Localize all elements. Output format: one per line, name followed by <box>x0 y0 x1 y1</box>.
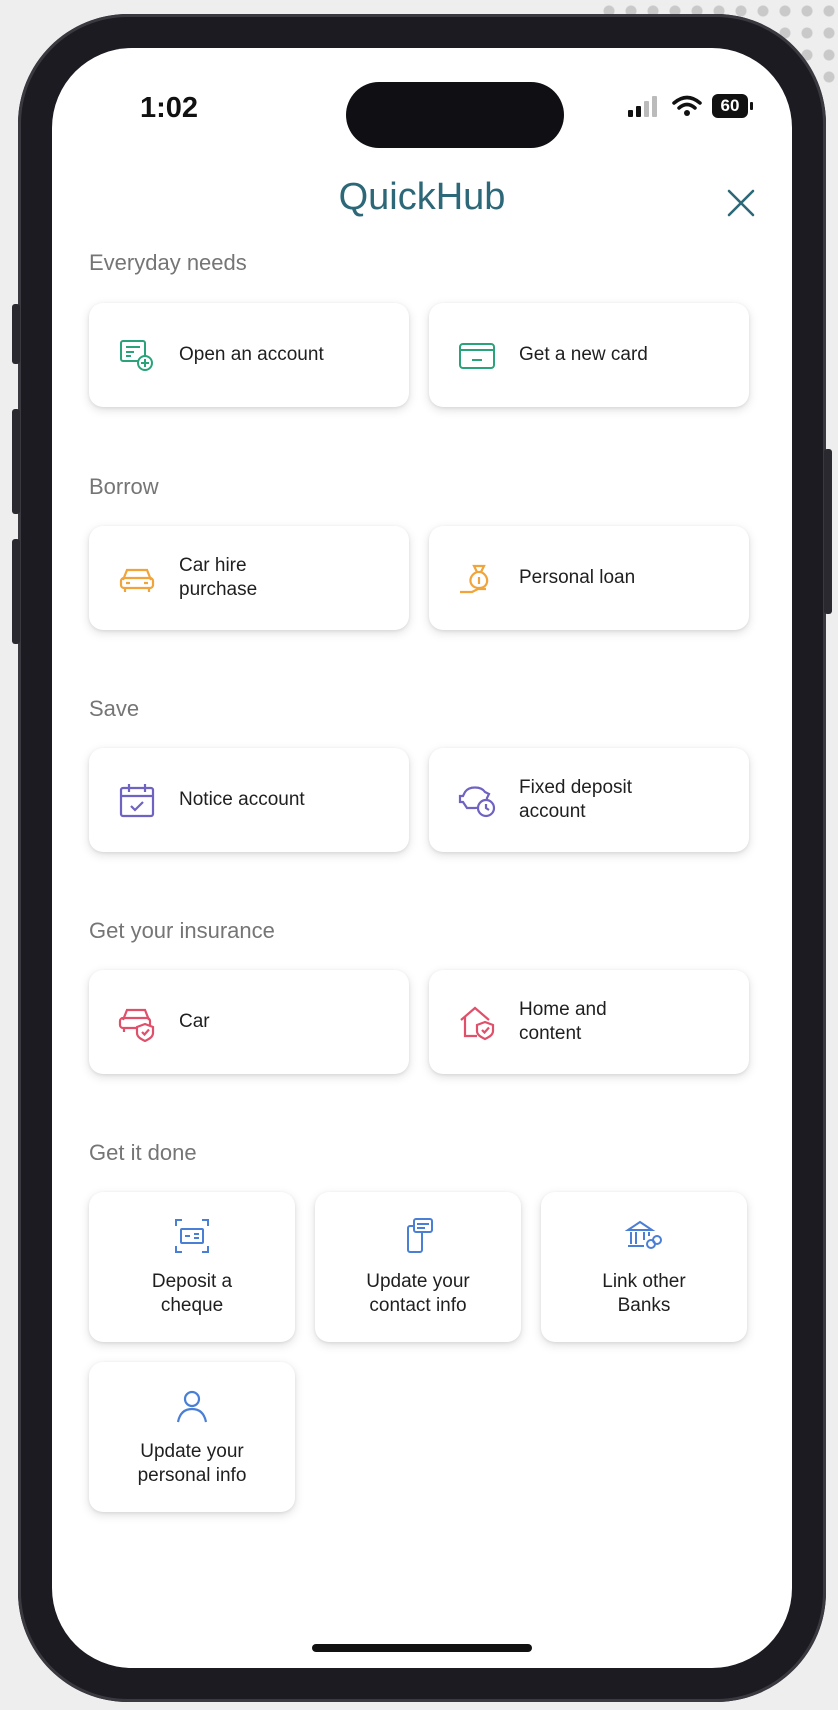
home-content-insurance-label: Home and content <box>519 999 607 1044</box>
update-contact-info-label: Update your contact info <box>366 1271 470 1316</box>
status-time: 1:02 <box>140 92 199 124</box>
home-indicator <box>312 1644 532 1652</box>
phone-frame: 1:02 60 QuickHub Everyday needs Open an … <box>12 14 832 1702</box>
section-label-save: Save <box>89 696 140 721</box>
section-label-everyday-needs: Everyday needs <box>89 250 247 275</box>
section-label-get-it-done: Get it done <box>89 1140 197 1165</box>
volume-down-button <box>12 539 20 644</box>
open-account-button[interactable]: Open an account <box>89 303 409 407</box>
open-account-label: Open an account <box>179 344 324 365</box>
person-icon <box>176 1390 208 1423</box>
section-label-borrow: Borrow <box>89 474 159 499</box>
personal-loan-label: Personal loan <box>519 567 636 588</box>
money-bag-icon <box>460 564 489 594</box>
update-contact-info-button[interactable]: Update your contact info <box>315 1192 521 1342</box>
notice-account-button[interactable]: Notice account <box>89 748 409 852</box>
power-button <box>824 449 832 614</box>
home-shield-icon <box>460 1006 495 1041</box>
battery-indicator: 60 <box>712 94 753 118</box>
car-hire-purchase-button[interactable]: Car hire purchase <box>89 526 409 630</box>
app-screen: 1:02 60 QuickHub Everyday needs Open an … <box>52 48 792 1668</box>
status-icons: 60 <box>628 94 753 118</box>
car-insurance-label: Car <box>179 1011 210 1032</box>
get-new-card-label: Get a new card <box>519 344 648 365</box>
get-new-card-button[interactable]: Get a new card <box>429 303 749 407</box>
deposit-cheque-button[interactable]: Deposit a cheque <box>89 1192 295 1342</box>
section-label-insurance: Get your insurance <box>89 918 275 943</box>
car-shield-icon <box>118 1008 155 1042</box>
page-title: QuickHub <box>338 176 506 218</box>
dynamic-island <box>346 82 564 148</box>
update-personal-info-button[interactable]: Update your personal info <box>89 1362 295 1512</box>
volume-up-button <box>12 409 20 514</box>
fixed-deposit-account-label: Fixed deposit account <box>519 777 633 822</box>
fixed-deposit-account-button[interactable]: Fixed deposit account <box>429 748 749 852</box>
home-content-insurance-button[interactable]: Home and content <box>429 970 749 1074</box>
update-personal-info-label: Update your personal info <box>137 1441 247 1486</box>
bank-link-icon <box>624 1220 662 1249</box>
card-icon <box>459 343 495 369</box>
notice-account-label: Notice account <box>179 789 305 810</box>
car-icon <box>119 568 155 592</box>
signal-icon <box>628 96 657 117</box>
scan-cheque-icon <box>175 1219 209 1253</box>
car-hire-purchase-label: Car hire purchase <box>179 555 258 600</box>
car-insurance-button[interactable]: Car <box>89 970 409 1074</box>
calendar-icon <box>119 784 155 818</box>
deposit-cheque-label: Deposit a cheque <box>151 1271 233 1316</box>
close-icon[interactable] <box>724 186 758 220</box>
wifi-icon <box>672 95 702 116</box>
link-other-banks-button[interactable]: Link other Banks <box>541 1192 747 1342</box>
piggy-bank-clock-icon <box>458 786 496 818</box>
phone-message-icon <box>407 1218 433 1253</box>
side-button <box>12 304 20 364</box>
personal-loan-button[interactable]: Personal loan <box>429 526 749 630</box>
link-other-banks-label: Link other Banks <box>602 1271 686 1316</box>
open-account-icon <box>120 340 153 371</box>
